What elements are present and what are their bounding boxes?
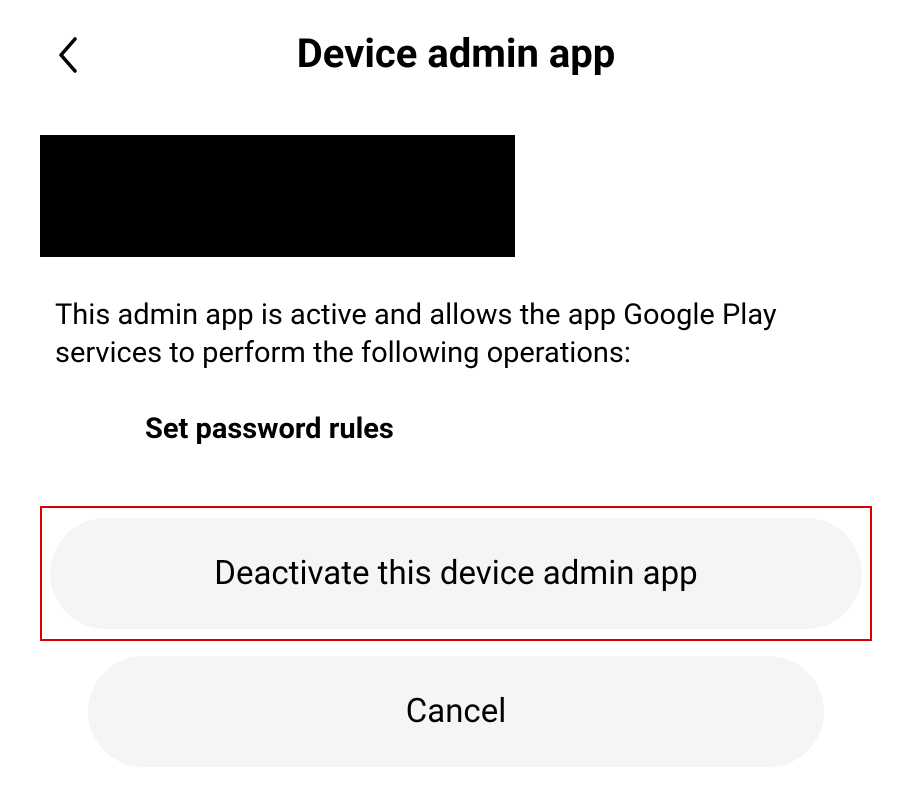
back-icon[interactable] [55, 35, 83, 79]
cancel-container: Cancel [40, 656, 872, 767]
page-title: Device admin app [50, 30, 862, 77]
operation-item: Set password rules [0, 372, 912, 446]
header: Device admin app [0, 0, 912, 97]
cancel-button[interactable]: Cancel [88, 656, 824, 767]
admin-description: This admin app is active and allows the … [0, 257, 912, 372]
highlight-box: Deactivate this device admin app [40, 506, 872, 641]
redacted-app-info [40, 135, 515, 257]
button-container: Deactivate this device admin app Cancel [0, 446, 912, 767]
deactivate-button[interactable]: Deactivate this device admin app [50, 518, 862, 629]
